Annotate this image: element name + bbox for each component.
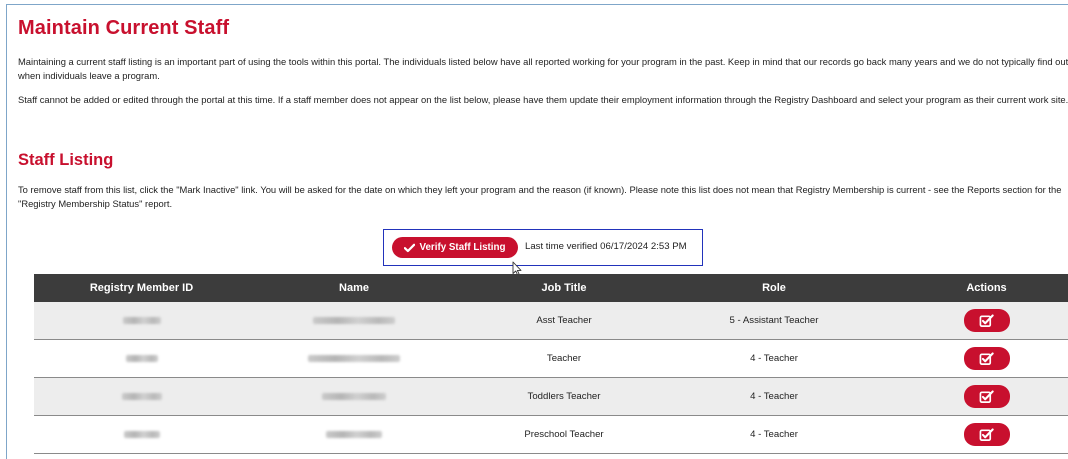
- member-id-cell: [34, 302, 249, 340]
- actions-cell: [879, 415, 1068, 454]
- header-actions: Actions: [879, 274, 1068, 302]
- job-title-cell: Asst Teacher: [459, 302, 669, 340]
- verify-button-label: Verify Staff Listing: [419, 242, 506, 253]
- mark-inactive-button[interactable]: [963, 423, 1010, 446]
- redacted-member-id: [125, 354, 158, 362]
- redacted-member-id: [121, 392, 162, 400]
- member-id-cell: [34, 415, 249, 454]
- check-icon: [404, 243, 416, 252]
- edit-checkbox-icon: [979, 427, 994, 441]
- name-cell: [249, 302, 459, 340]
- actions-cell: [879, 377, 1068, 416]
- job-title-cell: Preschool Teacher: [459, 415, 669, 454]
- role-cell: 4 - Teacher: [669, 415, 879, 454]
- edit-checkbox-icon: [979, 313, 994, 327]
- job-title-cell: Teacher: [459, 339, 669, 378]
- role-cell: 5 - Assistant Teacher: [669, 302, 879, 340]
- table-row: Teacher 4 - Teacher: [34, 339, 1068, 378]
- staff-listing-title: Staff Listing: [18, 151, 114, 169]
- table-row: Toddlers Teacher 4 - Teacher: [34, 377, 1068, 416]
- verify-highlight-box: Verify Staff Listing Last time verified …: [383, 229, 703, 266]
- edit-checkbox-icon: [979, 351, 994, 365]
- last-verified-text: Last time verified 06/17/2024 2:53 PM: [525, 241, 687, 252]
- role-cell: 4 - Teacher: [669, 339, 879, 378]
- header-registry-member-id: Registry Member ID: [34, 274, 249, 302]
- mark-inactive-button[interactable]: [963, 385, 1010, 408]
- mark-inactive-button[interactable]: [963, 309, 1010, 332]
- redacted-member-id: [123, 430, 160, 438]
- verify-staff-listing-button[interactable]: Verify Staff Listing: [392, 237, 518, 258]
- redacted-name: [313, 316, 395, 324]
- staff-listing-instructions: To remove staff from this list, click th…: [18, 184, 1062, 209]
- member-id-cell: [34, 339, 249, 378]
- header-role: Role: [669, 274, 879, 302]
- mark-inactive-button[interactable]: [963, 347, 1010, 370]
- redacted-member-id: [122, 316, 161, 324]
- header-name: Name: [249, 274, 459, 302]
- table-row: Asst Teacher 5 - Assistant Teacher: [34, 302, 1068, 340]
- intro-paragraph-1: Maintaining a current staff listing is a…: [18, 56, 1068, 81]
- name-cell: [249, 339, 459, 378]
- actions-cell: [879, 339, 1068, 378]
- table-header-row: Registry Member ID Name Job Title Role A…: [34, 274, 1068, 302]
- actions-cell: [879, 302, 1068, 340]
- job-title-cell: Toddlers Teacher: [459, 377, 669, 416]
- intro-paragraph-2: Staff cannot be added or edited through …: [18, 94, 1068, 105]
- content-frame: Maintain Current Staff Maintaining a cur…: [6, 4, 1068, 459]
- header-job-title: Job Title: [459, 274, 669, 302]
- role-cell: 4 - Teacher: [669, 377, 879, 416]
- redacted-name: [308, 354, 400, 362]
- name-cell: [249, 415, 459, 454]
- page-title: Maintain Current Staff: [18, 17, 230, 39]
- redacted-name: [326, 430, 382, 438]
- edit-checkbox-icon: [979, 389, 994, 403]
- redacted-name: [322, 392, 386, 400]
- staff-table: Registry Member ID Name Job Title Role A…: [34, 274, 1068, 454]
- table-row: Preschool Teacher 4 - Teacher: [34, 415, 1068, 454]
- name-cell: [249, 377, 459, 416]
- member-id-cell: [34, 377, 249, 416]
